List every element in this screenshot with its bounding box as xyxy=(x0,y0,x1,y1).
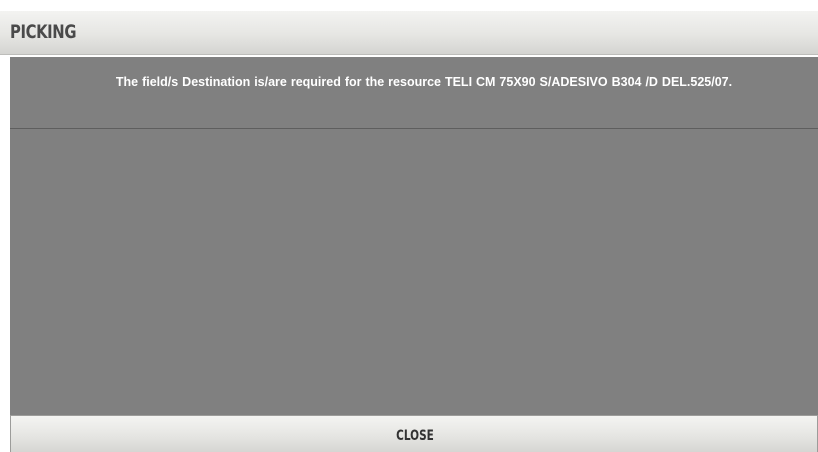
error-message: The field/s Destination is/are required … xyxy=(115,75,733,89)
close-button[interactable]: CLOSE xyxy=(10,415,818,452)
message-area: The field/s Destination is/are required … xyxy=(10,57,818,129)
dialog-title-bar: PICKING xyxy=(0,11,818,55)
picking-dialog: PICKING The field/s Destination is/are r… xyxy=(0,0,818,452)
dialog-content-panel: The field/s Destination is/are required … xyxy=(10,57,818,415)
dialog-title: PICKING xyxy=(10,21,77,43)
close-button-label: CLOSE xyxy=(396,428,434,444)
